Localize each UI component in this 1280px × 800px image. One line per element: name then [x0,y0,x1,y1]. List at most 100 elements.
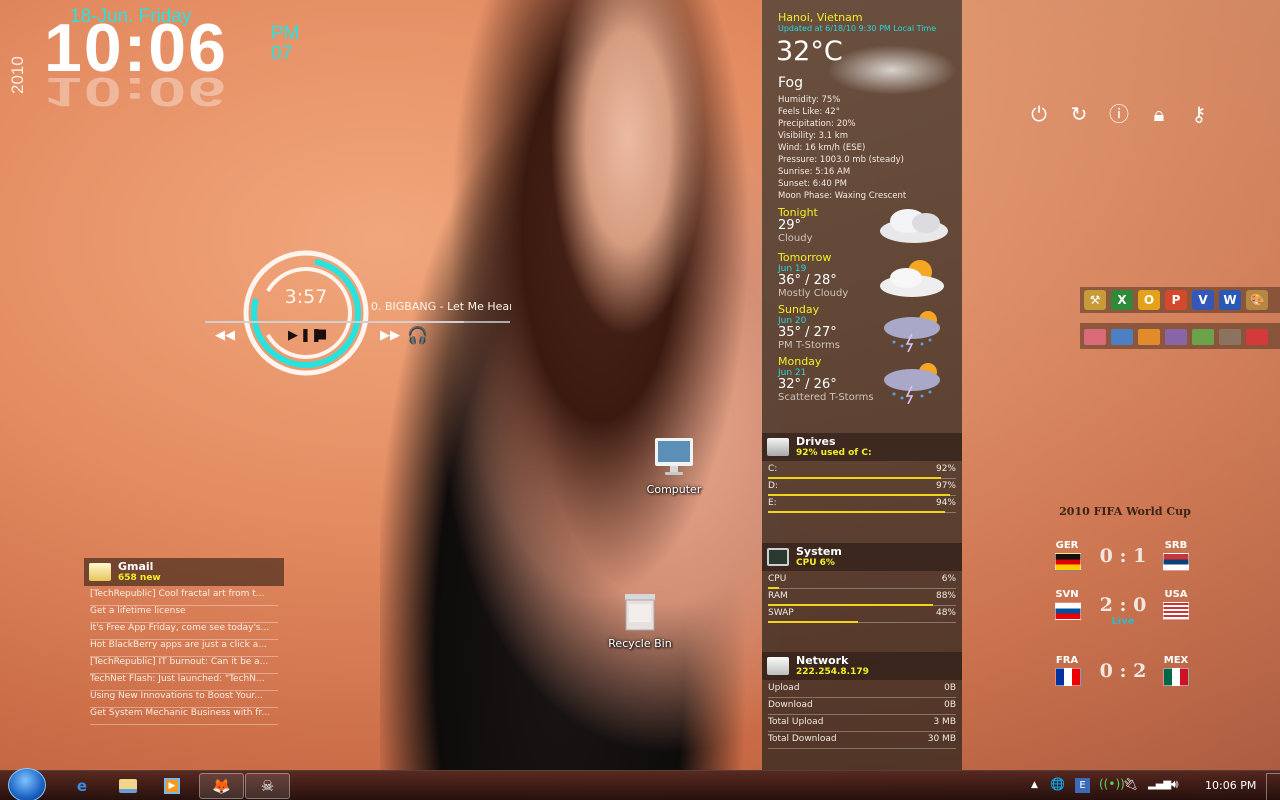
windows-explorer-icon[interactable] [108,773,148,799]
weather-detail-moon-phase: Moon Phase: Waxing Crescent [778,191,907,201]
word-icon[interactable]: W [1219,290,1241,310]
system-title: System [796,545,842,558]
app-dock: ⚒ X O P V W 🎨 [1080,287,1280,313]
internet-explorer-icon[interactable]: e [62,773,102,799]
visio-icon[interactable]: V [1192,290,1214,310]
drives-header: Drives 92% used of C: [762,433,962,461]
system-value: 48% [935,608,956,618]
weather-detail-humidity: Humidity: 75% [778,95,841,105]
home-team: GER [1055,540,1079,551]
gmail-title: Gmail [118,560,154,573]
signal-icon[interactable]: ▂▄▆ [1148,779,1171,790]
gmail-header[interactable]: Gmail 658 new [84,558,284,586]
forecast-monday: Monday Jun 21 32° / 26° Scattered T-Stor… [778,356,958,404]
headphones-icon[interactable]: 🎧 [407,326,428,346]
rewind-icon[interactable]: ◀◀ [215,328,235,343]
excel-icon[interactable]: X [1111,290,1133,310]
alienware-icon[interactable]: ☠ [245,773,290,799]
system-monitor-icon [767,548,789,566]
fast-forward-icon[interactable]: ▶▶ [380,328,400,343]
downloads-folder-icon[interactable] [1138,329,1160,345]
weather-city[interactable]: Hanoi, Vietnam [778,11,863,24]
desktop-icon-recycle-bin[interactable]: Recycle Bin [595,588,685,650]
system-value: 6% [941,574,956,584]
email-item[interactable]: TechNet Flash: Just launched: "TechN... [90,674,278,691]
powerpoint-icon[interactable]: P [1165,290,1187,310]
volume-icon[interactable]: 🔊︎ [1171,777,1179,792]
home-team: FRA [1055,655,1079,666]
desktop-icon-computer[interactable]: Computer [629,434,719,496]
download-manager-icon[interactable]: 🌐 [1050,777,1065,791]
fog-icon [827,45,957,95]
movies-folder-icon[interactable] [1192,329,1214,345]
show-desktop-button[interactable] [1266,773,1280,800]
germany-flag-icon [1055,553,1081,571]
weather-detail-wind: Wind: 16 km/h (ESE) [778,143,866,153]
forecast-sunday: Sunday Jun 20 35° / 27° PM T-Storms [778,304,958,352]
taskbar-clock[interactable]: 10:06 PM [1205,779,1256,792]
drive-value: 92% [935,464,956,474]
wireless-icon[interactable]: ((•)) [1099,777,1125,791]
videos-folder-icon[interactable] [1165,329,1187,345]
clock-ampm-label: PM [271,23,300,44]
standby-icon[interactable]: ⓘ [1108,102,1130,126]
power-icon[interactable]: ⏻ [1028,102,1050,126]
stop-icon[interactable]: ■ [315,327,327,342]
network-value: 0B [944,683,956,693]
documents-folder-icon[interactable] [1246,329,1268,345]
media-player: 3:57 0. BIGBANG - Let Me Hear Y ◀◀ ▶ ❚❚ … [205,248,515,383]
match-score: 0 : 2 [1099,660,1147,682]
show-hidden-icons[interactable]: ▲ [1031,780,1038,790]
weather-condition: Fog [778,75,804,91]
pictures-folder-icon[interactable] [1084,329,1106,345]
drive-value: 97% [935,481,956,491]
firefox-icon[interactable]: 🦊 [199,773,244,799]
drive-row-e: E: 94% [768,496,956,513]
network-value: 3 MB [933,717,956,727]
email-item[interactable]: Get System Mechanic Business with fr... [90,708,278,725]
start-button[interactable] [8,768,46,800]
network-row-download: Download 0B [768,698,956,715]
paint-icon[interactable]: 🎨 [1246,290,1268,310]
tools-icon[interactable]: ⚒ [1084,290,1106,310]
gmail-widget: Gmail 658 new [TechRepublic] Cool fracta… [84,558,284,726]
power-plug-icon[interactable]: 🔌︎ [1123,777,1138,791]
restart-icon[interactable]: ↻ [1068,102,1090,126]
key-icon[interactable]: ⚷ [1188,102,1210,126]
network-row-total-download: Total Download 30 MB [768,732,956,749]
match-fra-mex[interactable]: FRA 0 : 2 MEX [1050,655,1196,705]
outlook-icon[interactable]: O [1138,290,1160,310]
hard-drive-icon [767,438,789,456]
e-app-icon[interactable]: E [1075,778,1090,793]
system-usage-bar [768,621,859,623]
serbia-flag-icon [1163,553,1189,571]
drive-label: C: [768,464,778,474]
email-item[interactable]: Using New Innovations to Boost Your... [90,691,278,708]
usa-flag-icon [1163,602,1189,620]
clock-year: 2010 [8,56,27,94]
mexico-flag-icon [1163,668,1189,686]
away-team: MEX [1163,655,1189,666]
thunderstorm-icon [884,311,940,352]
email-item[interactable]: [TechRepublic] Cool fractal art from t..… [90,589,278,606]
match-svn-usa[interactable]: SVN 2 : 0 Live USA [1050,589,1196,639]
email-item[interactable]: [TechRepublic] IT burnout: Can it be a..… [90,657,278,674]
home-team: SVN [1055,589,1079,600]
player-elapsed-time: 3:57 [284,286,328,308]
system-subtitle: CPU 6% [796,558,835,568]
play-icon[interactable]: ▶ [288,328,298,343]
match-ger-srb[interactable]: GER 0 : 1 SRB [1050,540,1196,590]
email-item[interactable]: Get a lifetime license [90,606,278,623]
network-value: 30 MB [927,734,956,744]
email-item[interactable]: It's Free App Friday, come see today's..… [90,623,278,640]
clips-folder-icon[interactable] [1219,329,1241,345]
lock-icon[interactable]: 🔒︎ [1148,102,1170,126]
desktop-folder-icon[interactable] [1111,329,1133,345]
player-seek-bar[interactable] [205,321,510,323]
email-item[interactable]: Hot BlackBerry apps are just a click a..… [90,640,278,657]
network-label: Download [768,700,813,710]
media-player-icon[interactable]: ▶ [152,773,192,799]
mail-icon [89,563,111,581]
drives-subtitle: 92% used of C: [796,448,872,458]
network-value: 0B [944,700,956,710]
